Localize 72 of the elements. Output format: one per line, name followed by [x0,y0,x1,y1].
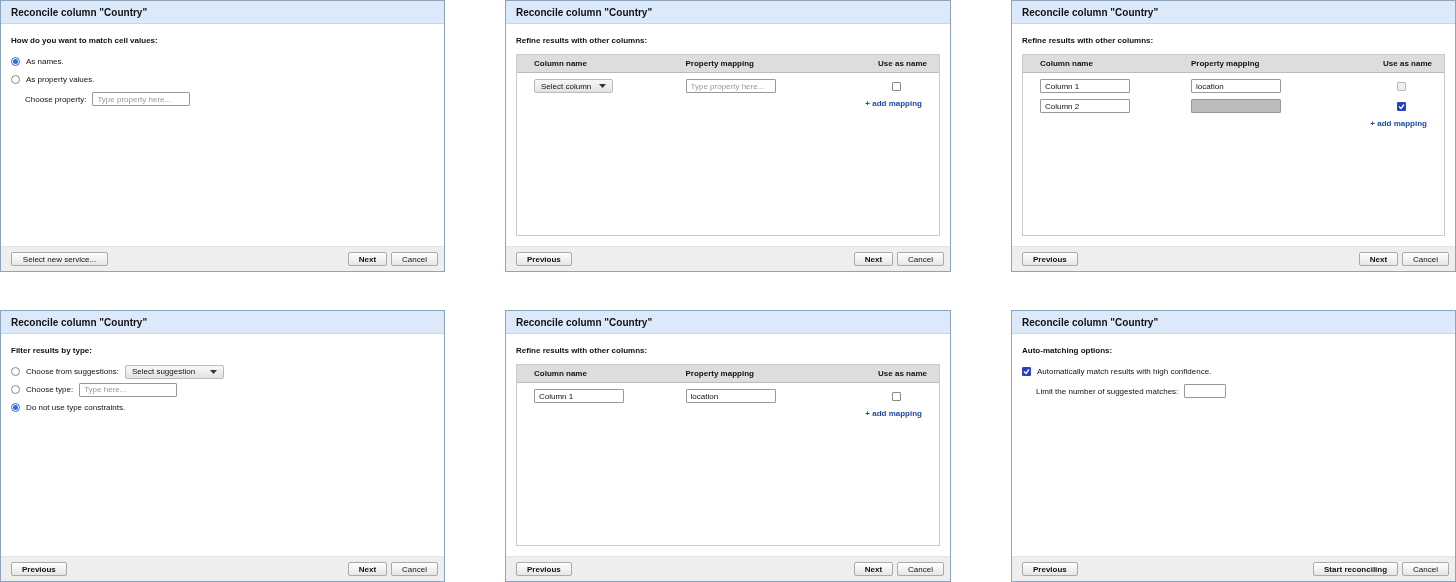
input-field[interactable]: location [1191,79,1281,93]
footer-button[interactable]: Next [853,562,894,576]
add-mapping-link[interactable]: + add mapping [865,99,922,108]
checkbox[interactable] [1397,101,1406,111]
footer-button[interactable]: Cancel [1402,562,1449,576]
input-field[interactable]: Type here... [79,382,178,397]
checkbox[interactable] [892,391,901,401]
input-field[interactable]: location [685,389,776,403]
dialog-title: Reconcile column "Country" [506,1,950,24]
footer-button[interactable]: Cancel [897,562,944,576]
footer-button[interactable]: Previous [11,562,67,576]
option-label: Do not use type constraints. [26,403,126,412]
dropdown[interactable]: Select column [534,79,614,93]
field-label: Choose property: [25,94,87,104]
input-field[interactable]: Column 1 [534,389,624,403]
section-heading: Filter results by type: [11,346,93,355]
option-label: As property values. [26,75,95,84]
input-field[interactable]: Column 1 [1040,79,1130,93]
footer-button[interactable]: Cancel [391,562,438,576]
section-heading: Refine results with other columns: [1022,36,1155,45]
radio-button[interactable] [11,75,20,84]
input-field[interactable]: Type property here... [685,79,776,93]
checkbox[interactable] [1022,367,1031,376]
footer-button[interactable]: Cancel [391,252,438,266]
footer-button[interactable]: Previous [1022,252,1078,266]
column-header: Property mapping [1191,59,1261,68]
add-mapping-link[interactable]: + add mapping [865,409,922,418]
input-field[interactable]: Column 2 [1040,99,1130,113]
footer-button[interactable]: Next [347,252,388,266]
footer-button[interactable]: Start reconciling [1312,562,1399,576]
dropdown[interactable]: Select suggestion [124,364,224,379]
radio-button[interactable] [11,385,20,394]
field-label: Limit the number of suggested matches: [1036,386,1179,396]
radio-button[interactable] [11,57,20,66]
input-field[interactable] [1184,384,1227,398]
option-label: Choose type: [26,385,74,394]
column-header: Use as name [877,369,927,378]
option-label: As names. [26,57,64,66]
section-heading: Auto-matching options: [1022,346,1114,355]
column-header: Column name [1040,59,1094,68]
radio-button[interactable] [11,403,20,412]
dialog-title: Reconcile column "Country" [506,311,950,334]
footer-button[interactable]: Cancel [897,252,944,266]
footer-button[interactable]: Previous [516,562,572,576]
section-heading: How do you want to match cell values: [11,36,159,45]
column-header: Use as name [1382,59,1432,68]
footer-button[interactable]: Previous [1022,562,1078,576]
checkbox[interactable] [892,81,901,91]
column-header: Column name [534,369,588,378]
caret-icon [599,84,607,88]
column-header: Column name [534,59,588,68]
input-field[interactable]: Type property here... [92,92,191,106]
footer-button[interactable]: Select new service... [11,252,108,266]
option-label: Automatically match results with high confidence. [1037,367,1212,376]
column-header: Property mapping [685,59,755,68]
dialog-title: Reconcile column "Country" [1012,1,1455,24]
footer-button[interactable]: Next [347,562,388,576]
dialog-title: Reconcile column "Country" [1012,311,1455,334]
footer-button[interactable]: Previous [516,252,572,266]
column-header: Use as name [877,59,927,68]
dialog-title: Reconcile column "Country" [1,1,444,24]
column-header: Property mapping [685,369,755,378]
section-heading: Refine results with other columns: [516,36,649,45]
caret-icon [209,369,217,374]
add-mapping-link[interactable]: + add mapping [1370,119,1427,128]
footer-button[interactable]: Cancel [1402,252,1449,266]
footer-button[interactable]: Next [853,252,894,266]
dialog-title: Reconcile column "Country" [1,311,444,334]
radio-button[interactable] [11,367,20,376]
option-label: Choose from suggestions: [26,367,119,376]
section-heading: Refine results with other columns: [516,346,649,355]
footer-button[interactable]: Next [1358,252,1399,266]
